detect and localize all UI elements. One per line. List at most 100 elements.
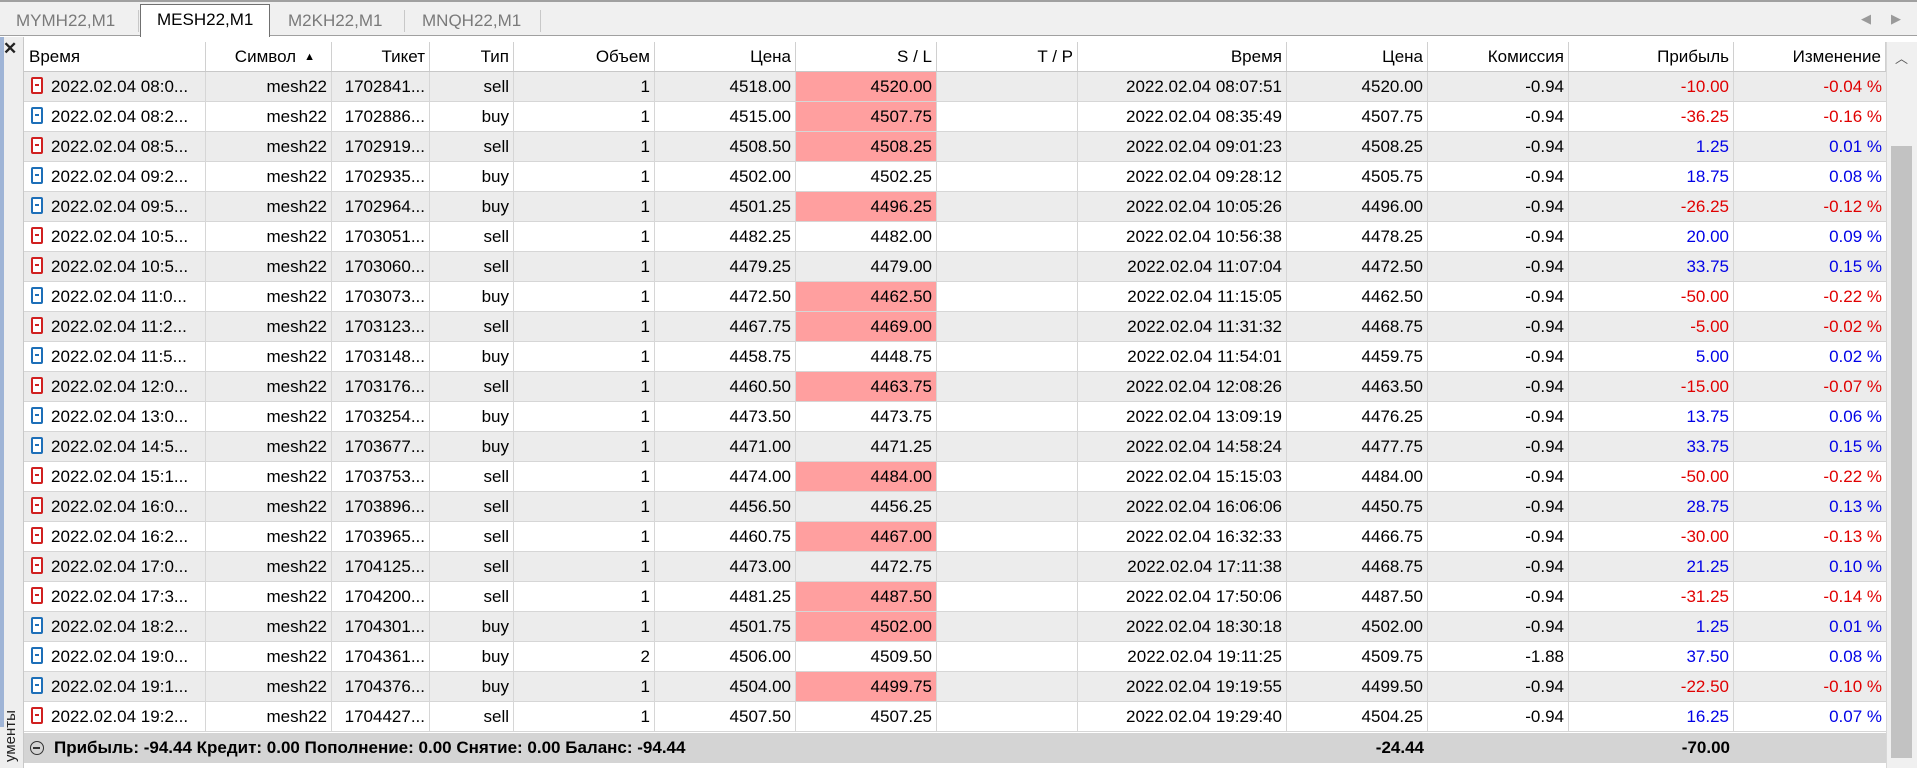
cell-volume: 1 — [514, 132, 655, 161]
column-header-open-time[interactable]: Время — [24, 42, 206, 71]
column-header-change[interactable]: Изменение — [1734, 42, 1886, 71]
table-row[interactable]: 2022.02.04 19:2... mesh22 1704427... sell 1 4… — [24, 702, 1886, 732]
cell-ticket: 1703965... — [332, 522, 430, 551]
table-row[interactable]: 2022.02.04 18:2... mesh22 1704301... buy 1 45… — [24, 612, 1886, 642]
cell-close-price: 4508.25 — [1287, 132, 1428, 161]
table-row[interactable]: 2022.02.04 09:2... mesh22 1702935... buy 1 45… — [24, 162, 1886, 192]
column-header-price[interactable]: Цена — [655, 42, 796, 71]
table-row[interactable]: 2022.02.04 15:1... mesh22 1703753... sell 1 4… — [24, 462, 1886, 492]
cell-sl: 4471.25 — [796, 432, 937, 461]
cell-change: 0.02 % — [1829, 347, 1882, 366]
cell-price: 4456.50 — [655, 492, 796, 521]
cell-type: sell — [430, 582, 514, 611]
summary-row: Прибыль: -94.44 Кредит: 0.00 Пополнение:… — [24, 733, 1886, 763]
cell-symbol: mesh22 — [206, 402, 332, 431]
table-row[interactable]: 2022.02.04 13:0... mesh22 1703254... buy 1 44… — [24, 402, 1886, 432]
tab-mymh22[interactable]: MYMH22,M1 — [0, 6, 131, 36]
cell-sl: 4487.50 — [796, 582, 937, 611]
cell-symbol: mesh22 — [206, 72, 332, 101]
table-row[interactable]: 2022.02.04 11:0... mesh22 1703073... buy 1 44… — [24, 282, 1886, 312]
cell-close-price: 4459.75 — [1287, 342, 1428, 371]
cell-symbol: mesh22 — [206, 162, 332, 191]
column-header-type[interactable]: Тип — [430, 42, 514, 71]
cell-type: sell — [430, 252, 514, 281]
table-row[interactable]: 2022.02.04 10:5... mesh22 1703060... sell 1 4… — [24, 252, 1886, 282]
cell-volume: 1 — [514, 312, 655, 341]
cell-symbol: mesh22 — [206, 612, 332, 641]
column-header-symbol[interactable]: Символ ▲ — [206, 42, 332, 71]
cell-change: 0.10 % — [1829, 557, 1882, 576]
table-row[interactable]: 2022.02.04 08:2... mesh22 1702886... buy 1 45… — [24, 102, 1886, 132]
cell-close-time: 2022.02.04 10:05:26 — [1078, 192, 1287, 221]
cell-price: 4502.00 — [655, 162, 796, 191]
sell-order-icon — [31, 497, 43, 514]
table-row[interactable]: 2022.02.04 08:0... mesh22 1702841... sell 1 4… — [24, 72, 1886, 102]
open-time-text: 2022.02.04 10:5... — [51, 227, 189, 246]
table-row[interactable]: 2022.02.04 17:0... mesh22 1704125... sell 1 4… — [24, 552, 1886, 582]
cell-sl: 4496.25 — [796, 192, 937, 221]
vertical-scrollbar[interactable]: ︿ — [1886, 42, 1917, 768]
cell-close-price: 4468.75 — [1287, 552, 1428, 581]
tab-mesh22[interactable]: MESH22,M1 — [140, 4, 271, 37]
column-header-close-time[interactable]: Время — [1078, 42, 1287, 71]
column-header-sl[interactable]: S / L — [796, 42, 937, 71]
column-header-ticket[interactable]: Тикет — [332, 42, 430, 71]
column-header-tp[interactable]: T / P — [937, 42, 1078, 71]
cell-volume: 1 — [514, 402, 655, 431]
cell-commission: -0.94 — [1428, 462, 1569, 491]
column-header-profit[interactable]: Прибыль — [1569, 42, 1734, 71]
cell-profit: 37.50 — [1569, 642, 1734, 671]
cell-type: sell — [430, 462, 514, 491]
close-icon[interactable]: ✕ — [3, 39, 17, 59]
column-header-commission[interactable]: Комиссия — [1428, 42, 1569, 71]
cell-profit: 1.25 — [1569, 132, 1734, 161]
cell-price: 4471.00 — [655, 432, 796, 461]
sell-order-icon — [31, 137, 43, 154]
table-row[interactable]: 2022.02.04 10:5... mesh22 1703051... sell 1 4… — [24, 222, 1886, 252]
table-row[interactable]: 2022.02.04 11:2... mesh22 1703123... sell 1 4… — [24, 312, 1886, 342]
cell-close-price: 4450.75 — [1287, 492, 1428, 521]
cell-open-time: 2022.02.04 11:0... — [24, 282, 206, 311]
cell-symbol: mesh22 — [206, 492, 332, 521]
tab-mnqh22[interactable]: MNQH22,M1 — [406, 6, 537, 36]
cell-ticket: 1703176... — [332, 372, 430, 401]
table-row[interactable]: 2022.02.04 14:5... mesh22 1703677... buy 1 44… — [24, 432, 1886, 462]
table-row[interactable]: 2022.02.04 16:0... mesh22 1703896... sell 1 4… — [24, 492, 1886, 522]
open-time-text: 2022.02.04 09:5... — [51, 197, 189, 216]
open-time-text: 2022.02.04 11:5... — [51, 347, 187, 366]
table-row[interactable]: 2022.02.04 12:0... mesh22 1703176... sell 1 4… — [24, 372, 1886, 402]
table-row[interactable]: 2022.02.04 19:0... mesh22 1704361... buy 2 45… — [24, 642, 1886, 672]
scrollbar-thumb[interactable] — [1891, 146, 1912, 758]
sell-order-icon — [31, 317, 43, 334]
cell-open-time: 2022.02.04 12:0... — [24, 372, 206, 401]
cell-ticket: 1704361... — [332, 642, 430, 671]
cell-profit: -31.25 — [1569, 582, 1734, 611]
column-header-volume[interactable]: Объем — [514, 42, 655, 71]
sidebar-vertical-label[interactable]: ументы — [2, 710, 19, 762]
tab-scroll-right-icon[interactable]: ▶ — [1891, 11, 1901, 27]
sell-order-icon — [31, 77, 43, 94]
table-row[interactable]: 2022.02.04 11:5... mesh22 1703148... buy 1 44… — [24, 342, 1886, 372]
open-time-text: 2022.02.04 08:2... — [51, 107, 189, 126]
tab-m2kh22[interactable]: M2KH22,M1 — [272, 6, 398, 36]
cell-change: 0.15 % — [1829, 437, 1882, 456]
cell-open-time: 2022.02.04 17:3... — [24, 582, 206, 611]
cell-volume: 2 — [514, 642, 655, 671]
cell-close-price: 4496.00 — [1287, 192, 1428, 221]
cell-close-price: 4477.75 — [1287, 432, 1428, 461]
table-row[interactable]: 2022.02.04 08:5... mesh22 1702919... sell 1 4… — [24, 132, 1886, 162]
cell-volume: 1 — [514, 522, 655, 551]
table-row[interactable]: 2022.02.04 16:2... mesh22 1703965... sell 1 4… — [24, 522, 1886, 552]
table-row[interactable]: 2022.02.04 09:5... mesh22 1702964... buy 1 45… — [24, 192, 1886, 222]
cell-type: sell — [430, 72, 514, 101]
tab-scroll-left-icon[interactable]: ◀ — [1861, 11, 1871, 27]
collapse-minus-icon[interactable] — [30, 741, 44, 755]
table-row[interactable]: 2022.02.04 19:1... mesh22 1704376... buy 1 45… — [24, 672, 1886, 702]
cell-symbol: mesh22 — [206, 132, 332, 161]
cell-volume: 1 — [514, 612, 655, 641]
sidebar-accent-strip — [0, 37, 4, 727]
column-header-close-price[interactable]: Цена — [1287, 42, 1428, 71]
scroll-up-icon[interactable]: ︿ — [1895, 48, 1908, 67]
cell-close-time: 2022.02.04 19:11:25 — [1078, 642, 1287, 671]
table-row[interactable]: 2022.02.04 17:3... mesh22 1704200... sell 1 4… — [24, 582, 1886, 612]
